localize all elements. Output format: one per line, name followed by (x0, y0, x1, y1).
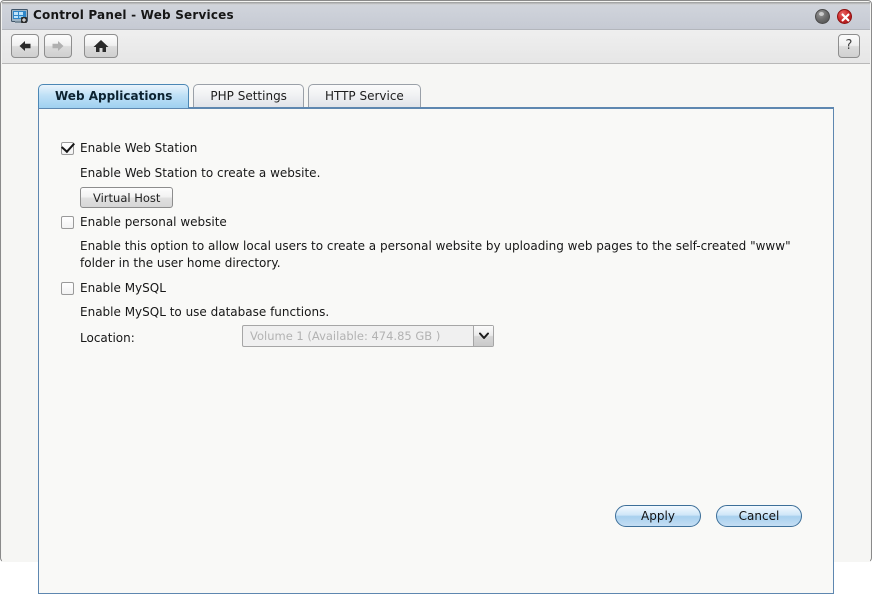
enable-personal-website-label[interactable]: Enable personal website (80, 215, 227, 229)
enable-personal-website-checkbox[interactable] (61, 216, 74, 229)
close-button[interactable] (837, 9, 852, 24)
control-panel-icon (11, 8, 28, 24)
virtual-host-button[interactable]: Virtual Host (80, 187, 174, 208)
back-button[interactable] (11, 34, 39, 58)
location-select[interactable]: Volume 1 (Available: 474.85 GB ) (242, 325, 494, 347)
enable-web-station-label[interactable]: Enable Web Station (80, 141, 197, 155)
chevron-down-icon[interactable] (473, 326, 493, 346)
minimize-button[interactable] (815, 9, 830, 24)
tab-web-applications[interactable]: Web Applications (38, 84, 190, 108)
arrow-left-icon (19, 41, 31, 51)
navigation-toolbar: ? (2, 30, 870, 64)
cancel-button[interactable]: Cancel (716, 505, 802, 527)
tab-bar: Web Applications PHP Settings HTTP Servi… (38, 84, 425, 108)
window-body: Web Applications PHP Settings HTTP Servi… (2, 64, 870, 594)
mysql-description: Enable MySQL to use database functions. (80, 305, 330, 319)
close-icon (841, 13, 850, 22)
title-bar: Control Panel - Web Services (2, 2, 870, 30)
settings-panel: Enable Web Station Enable Web Station to… (38, 107, 834, 594)
help-button[interactable]: ? (838, 34, 860, 58)
window-title: Control Panel - Web Services (33, 8, 234, 22)
web-station-description: Enable Web Station to create a website. (80, 166, 321, 180)
home-icon (93, 40, 109, 52)
location-select-value: Volume 1 (Available: 474.85 GB ) (250, 329, 441, 343)
forward-button[interactable] (44, 34, 72, 58)
personal-website-description: Enable this option to allow local users … (80, 239, 791, 270)
control-panel-window: Control Panel - Web Services ? Web Appli… (0, 0, 872, 594)
tab-php-settings[interactable]: PHP Settings (193, 84, 304, 108)
arrow-right-icon (52, 41, 64, 51)
enable-mysql-label[interactable]: Enable MySQL (80, 281, 166, 295)
enable-web-station-checkbox[interactable] (61, 142, 74, 155)
apply-button[interactable]: Apply (615, 505, 701, 527)
location-label: Location: (80, 331, 135, 345)
home-button[interactable] (84, 34, 118, 58)
tab-http-service[interactable]: HTTP Service (307, 84, 421, 108)
enable-mysql-checkbox[interactable] (61, 282, 74, 295)
